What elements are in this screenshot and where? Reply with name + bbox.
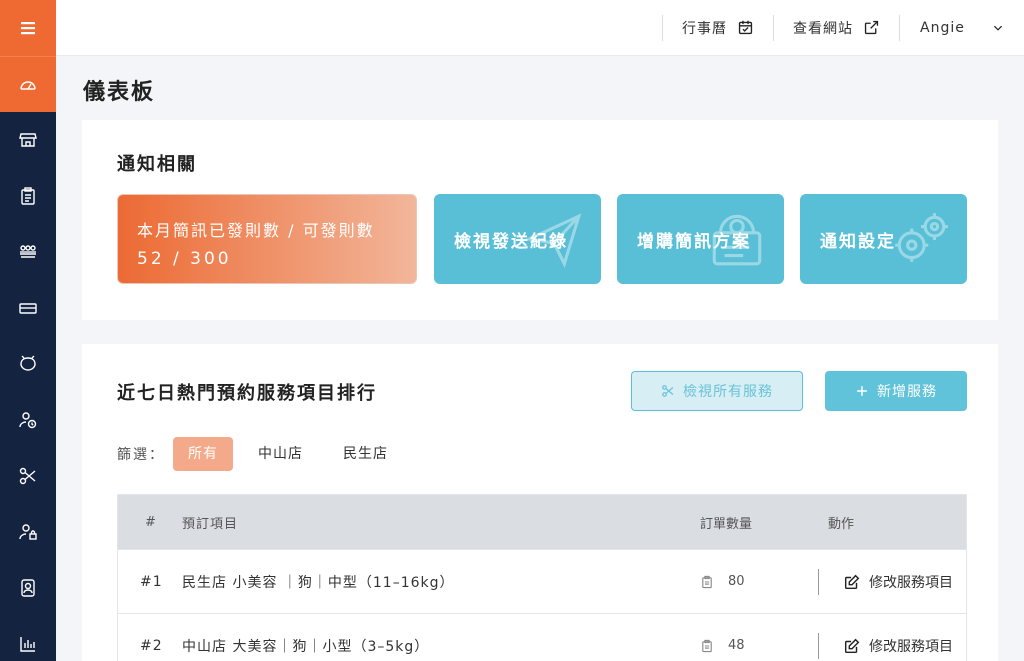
chevron-down-icon [993,25,1003,31]
plus-icon [857,386,867,396]
row-qty: 48 [700,638,802,653]
col-qty: 訂單數量 [700,516,753,532]
sidebar-item-team[interactable] [0,224,56,280]
action-divider [818,632,819,659]
row-action: 修改服務項目 [802,614,966,661]
page-title: 儀表板 [83,80,156,105]
row-action: 修改服務項目 [802,550,966,613]
menu-toggle[interactable] [0,0,56,56]
edit-service-button[interactable]: 修改服務項目 [843,636,953,656]
view-all-services-label: 檢視所有服務 [683,384,773,400]
scissors-icon [19,467,36,485]
service-ranking-card: 近七日熱門預約服務項目排行 檢視所有服務 新增服務 篩選： 所有 中山店 民生店… [82,344,998,661]
action-divider [818,568,819,595]
ranking-table: # 預訂項目 訂單數量 動作 #1 民生店 小美容 ｜狗｜中型（11–16kg）… [117,494,967,661]
top-header: 行事曆 查看網站 Angie [56,0,1024,56]
row-rank: #2 [140,637,163,654]
table-header: # 預訂項目 訂單數量 動作 [118,495,966,549]
edit-service-label: 修改服務項目 [869,638,953,655]
sidebar-item-contacts[interactable] [0,560,56,616]
sidebar-item-staff-schedule[interactable] [0,392,56,448]
add-service-label: 新增服務 [877,384,937,400]
team-icon [20,245,36,258]
chart-icon [20,637,35,652]
notifications-title: 通知相關 [117,154,197,175]
dashboard-icon [20,80,36,90]
calendar-check-icon [738,20,753,35]
filter-label: 篩選： [117,447,165,463]
add-service-button[interactable]: 新增服務 [825,371,967,411]
sidebar-item-tickets[interactable] [0,280,56,336]
pet-icon [20,355,36,371]
sidebar-item-pets[interactable] [0,336,56,392]
col-rank: # [145,514,157,530]
edit-icon [844,574,860,589]
view-site-label: 查看網站 [793,20,853,37]
edit-service-label: 修改服務項目 [869,574,953,591]
edit-service-button[interactable]: 修改服務項目 [843,572,953,592]
table-row: #2 中山店 大美容｜狗｜小型（3–5kg） 48 修改服務項目 [118,613,966,661]
store-icon [19,133,37,147]
sidebar [0,0,56,661]
user-menu[interactable]: Angie [900,15,1024,41]
notification-settings-tile[interactable]: 通知設定 [800,194,967,284]
menu-icon [21,22,35,35]
ranking-title: 近七日熱門預約服務項目排行 [117,383,377,404]
buy-sms-plan-label: 增購簡訊方案 [637,231,751,252]
sms-usage-label: 本月簡訊已發則數 / 可發則數 [137,221,375,240]
external-link-icon [864,20,879,35]
calendar-label: 行事曆 [682,20,727,37]
sidebar-item-services[interactable] [0,448,56,504]
sidebar-item-orders[interactable] [0,168,56,224]
clipboard-icon [21,187,35,205]
sidebar-item-store[interactable] [0,112,56,168]
row-qty-value: 48 [728,638,745,653]
user-clock-icon [19,412,37,429]
view-site-link[interactable]: 查看網站 [774,15,899,41]
buy-sms-plan-tile[interactable]: 增購簡訊方案 [617,194,784,284]
col-action: 動作 [828,516,855,532]
filter-chip-all[interactable]: 所有 [173,437,233,471]
col-item: 預訂項目 [182,516,239,532]
store-filter: 篩選： 所有 中山店 民生店 [117,437,413,471]
notification-settings-label: 通知設定 [820,231,896,252]
user-name: Angie [920,19,965,36]
row-item: 民生店 小美容 ｜狗｜中型（11–16kg） [182,574,455,591]
notifications-card: 通知相關 本月簡訊已發則數 / 可發則數 52 / 300 檢視發送紀錄 增購簡… [82,120,998,320]
edit-icon [844,638,860,653]
filter-chip-minsheng[interactable]: 民生店 [328,437,403,471]
calendar-link[interactable]: 行事曆 [663,15,773,41]
table-row: #1 民生店 小美容 ｜狗｜中型（11–16kg） 80 修改服務項目 [118,549,966,613]
contact-icon [21,579,35,597]
sms-usage-tile: 本月簡訊已發則數 / 可發則數 52 / 300 [117,194,417,284]
sidebar-item-reports[interactable] [0,616,56,661]
sms-usage-count: 52 / 300 [137,249,232,269]
view-all-services-button[interactable]: 檢視所有服務 [631,371,803,411]
ticket-icon [19,303,37,314]
row-qty-value: 80 [728,574,745,589]
gears-icon [895,213,948,262]
row-qty: 80 [700,574,802,589]
scissors-icon [662,385,674,397]
row-item: 中山店 大美容｜狗｜小型（3–5kg） [182,638,430,655]
filter-chip-zhongshan[interactable]: 中山店 [243,437,318,471]
row-rank: #1 [140,573,163,590]
sidebar-item-permissions[interactable] [0,504,56,560]
clipboard-icon [702,575,712,588]
sidebar-item-dashboard[interactable] [0,56,56,112]
user-lock-icon [19,524,37,540]
view-send-log-label: 檢視發送紀錄 [454,231,568,252]
view-send-log-tile[interactable]: 檢視發送紀錄 [434,194,601,284]
clipboard-icon [702,639,712,652]
